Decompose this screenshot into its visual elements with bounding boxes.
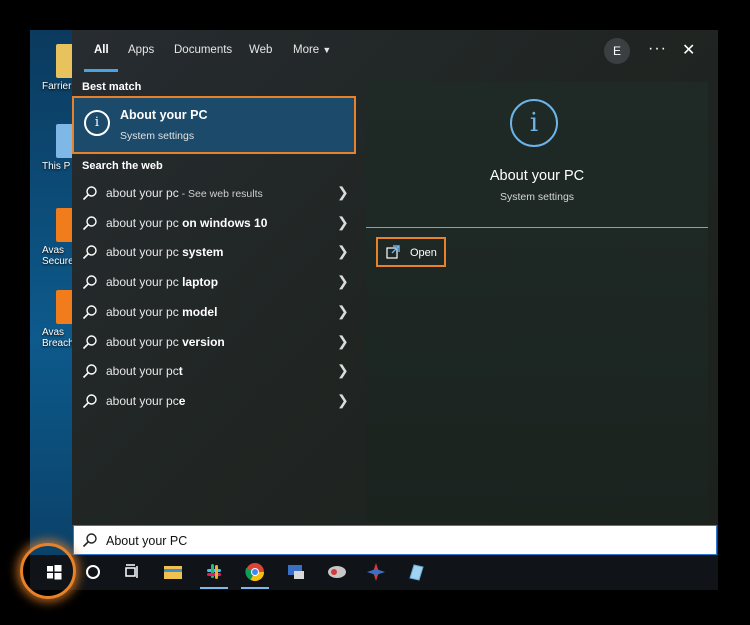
search-icon xyxy=(82,305,97,319)
web-result-text: about your pct xyxy=(106,364,183,378)
avatar[interactable]: E xyxy=(604,38,630,64)
web-result-prefix: about your pc xyxy=(106,364,179,379)
running-indicator xyxy=(200,587,228,589)
running-indicator xyxy=(241,587,269,589)
search-icon xyxy=(82,334,97,349)
search-input[interactable]: About your PC xyxy=(73,525,717,555)
detail-divider xyxy=(366,227,708,228)
open-external-icon xyxy=(386,245,400,259)
chevron-right-icon[interactable]: ❯ xyxy=(337,303,349,320)
chevron-right-icon[interactable]: ❯ xyxy=(337,184,349,201)
search-icon xyxy=(82,186,97,201)
web-result-bold: laptop xyxy=(182,275,219,290)
search-icon xyxy=(82,245,97,260)
chevron-right-icon[interactable]: ❯ xyxy=(337,214,349,231)
taskbar xyxy=(30,555,718,590)
chevron-right-icon[interactable]: ❯ xyxy=(337,392,349,409)
web-result-prefix: about your pc xyxy=(106,275,183,290)
info-icon: i xyxy=(84,110,110,136)
web-result-prefix: about your pc xyxy=(106,186,179,200)
search-input-value: About your PC xyxy=(106,534,188,548)
web-result-text: about your pce xyxy=(106,394,185,408)
search-tabs: All Apps Documents Web More ▼ E ··· ✕ xyxy=(72,30,718,74)
chevron-right-icon[interactable]: ❯ xyxy=(337,333,349,350)
chevron-right-icon[interactable]: ❯ xyxy=(337,273,349,290)
best-match-result[interactable]: i About your PC System settings xyxy=(72,96,356,154)
tab-all[interactable]: All xyxy=(94,44,109,56)
web-result-prefix: about your pc xyxy=(106,334,183,349)
web-result-bold: e xyxy=(178,393,186,408)
web-result-prefix: about your pc xyxy=(106,215,183,230)
start-search-panel: All Apps Documents Web More ▼ E ··· ✕ Be… xyxy=(72,30,718,525)
web-result-bold: system xyxy=(182,245,224,260)
web-result-row[interactable]: about your pce ❯ xyxy=(80,390,350,412)
web-result-bold: t xyxy=(178,364,183,379)
web-result-suffix: - See web results xyxy=(178,188,263,200)
slack-icon[interactable] xyxy=(202,560,226,584)
chevron-down-icon: ▼ xyxy=(322,45,332,55)
open-button-label: Open xyxy=(410,247,437,259)
cortana-icon[interactable] xyxy=(81,560,105,584)
web-result-bold: on windows 10 xyxy=(182,215,268,230)
task-view-icon[interactable] xyxy=(120,560,144,584)
info-icon: i xyxy=(510,99,558,147)
web-result-row[interactable]: about your pc - See web results ❯ xyxy=(80,182,350,204)
web-result-row[interactable]: about your pc laptop ❯ xyxy=(80,271,350,293)
web-result-text: about your pc version xyxy=(106,335,225,349)
web-result-text: about your pc system xyxy=(106,245,223,259)
tab-more[interactable]: More ▼ xyxy=(293,44,331,56)
web-result-row[interactable]: about your pct ❯ xyxy=(80,360,350,382)
web-result-row[interactable]: about your pc system ❯ xyxy=(80,241,350,263)
web-result-row[interactable]: about your pc on windows 10 ❯ xyxy=(80,212,350,234)
app-icon-3[interactable] xyxy=(404,560,428,584)
web-result-bold: model xyxy=(182,304,218,319)
tab-documents[interactable]: Documents xyxy=(174,44,232,56)
web-result-prefix: about your pc xyxy=(106,393,179,408)
web-result-bold: version xyxy=(182,334,225,349)
detail-pane: i About your PC System settings Open xyxy=(366,82,708,522)
web-result-prefix: about your pc xyxy=(106,304,183,319)
detail-title: About your PC xyxy=(489,168,585,184)
active-tab-indicator xyxy=(84,69,118,72)
tab-web[interactable]: Web xyxy=(249,44,272,56)
search-icon xyxy=(82,533,97,548)
best-match-title: About your PC xyxy=(120,108,208,122)
chrome-icon[interactable] xyxy=(243,560,267,584)
web-result-text: about your pc model xyxy=(106,305,217,319)
web-result-text: about your pc laptop xyxy=(106,275,218,289)
start-button-highlight xyxy=(20,543,76,599)
best-match-subtitle: System settings xyxy=(120,130,195,142)
tab-apps[interactable]: Apps xyxy=(128,44,154,56)
web-result-text: about your pc on windows 10 xyxy=(106,216,267,230)
chevron-right-icon[interactable]: ❯ xyxy=(337,243,349,260)
more-options-icon[interactable]: ··· xyxy=(648,40,667,58)
app-icon-2[interactable] xyxy=(364,560,388,584)
network-app-icon[interactable] xyxy=(284,560,308,584)
web-result-text: about your pc - See web results xyxy=(106,186,263,200)
detail-subtitle: System settings xyxy=(499,191,575,203)
search-icon xyxy=(82,364,97,379)
web-result-row[interactable]: about your pc version ❯ xyxy=(80,331,350,353)
search-web-heading: Search the web xyxy=(82,160,163,172)
app-icon[interactable] xyxy=(325,560,349,584)
tab-more-label: More xyxy=(293,44,320,56)
close-icon[interactable]: ✕ xyxy=(682,40,695,60)
open-button[interactable]: Open xyxy=(376,237,446,267)
web-result-prefix: about your pc xyxy=(106,245,183,260)
search-icon xyxy=(82,275,97,290)
file-explorer-icon[interactable] xyxy=(161,560,185,584)
best-match-heading: Best match xyxy=(82,81,142,93)
search-icon xyxy=(82,394,97,408)
search-icon xyxy=(82,215,97,230)
web-result-row[interactable]: about your pc model ❯ xyxy=(80,301,350,323)
chevron-right-icon[interactable]: ❯ xyxy=(337,362,349,379)
